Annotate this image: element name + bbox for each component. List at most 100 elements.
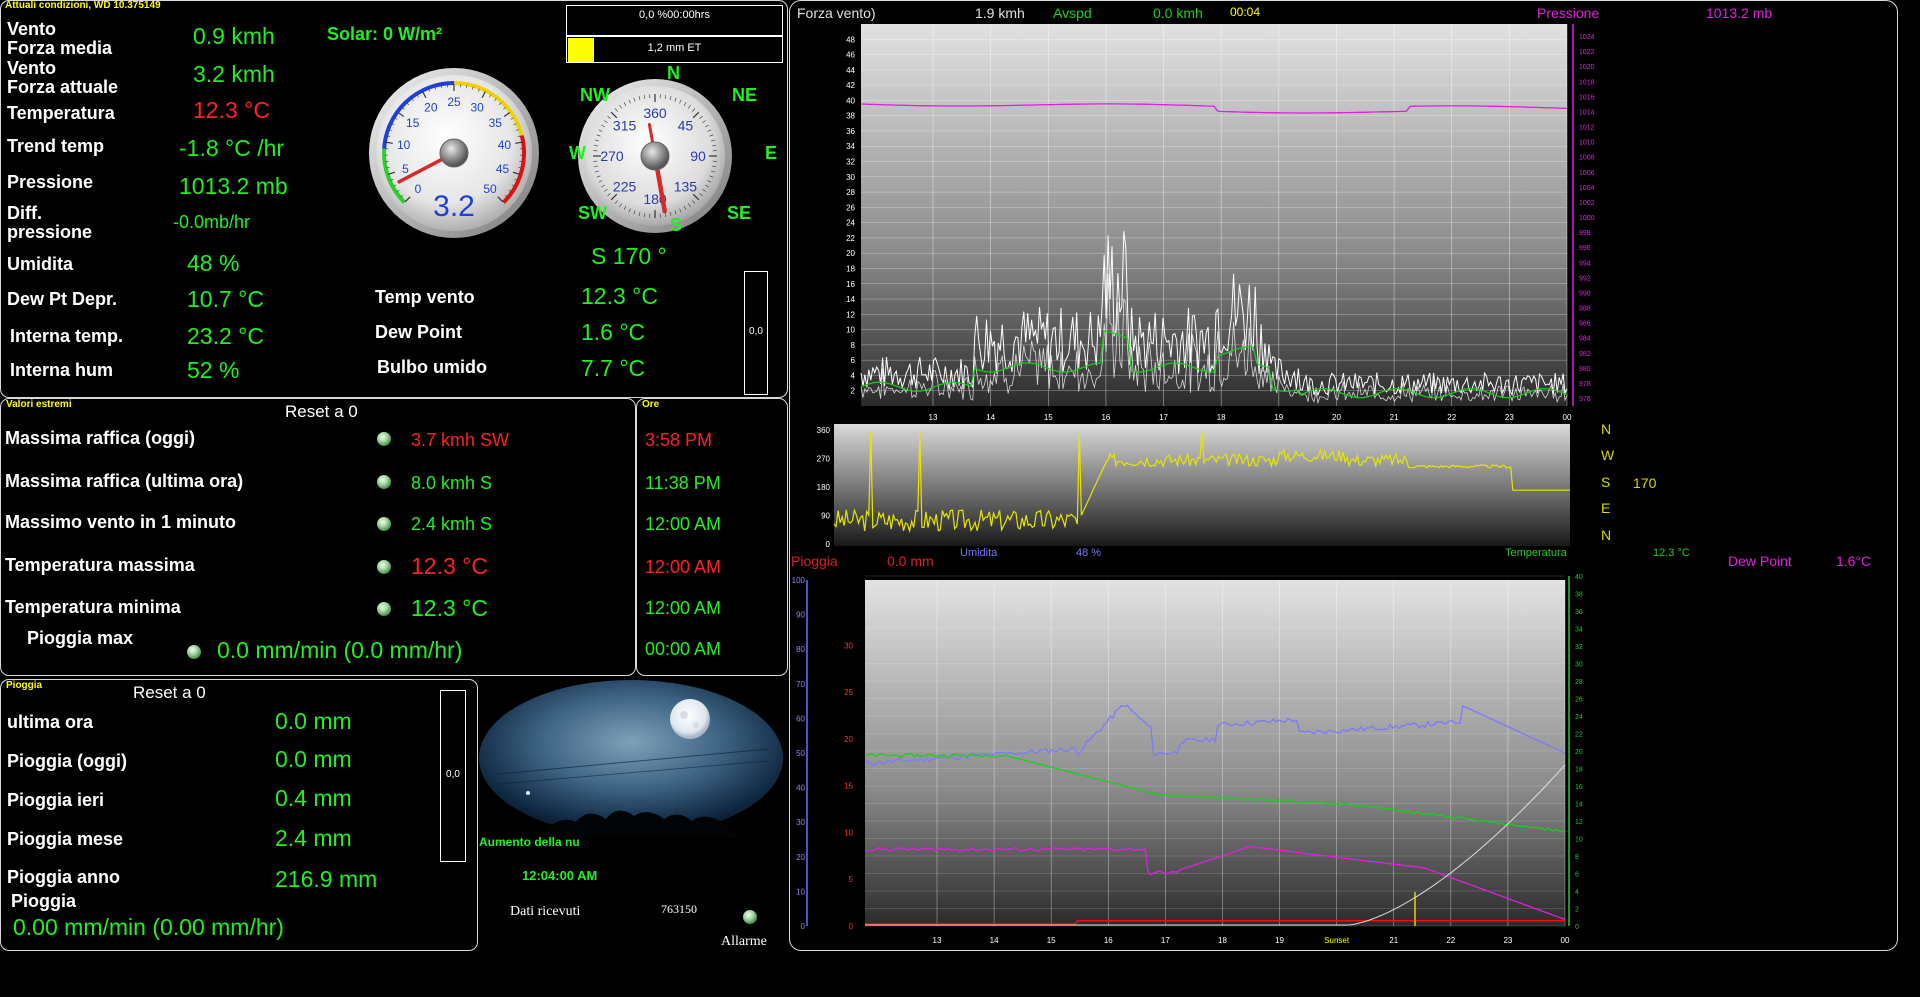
wind-x-tick-7: 20 [1332, 413, 1341, 422]
wind-y-tick-11: 24 [846, 219, 855, 228]
temp-x-tick-0: 13 [933, 936, 942, 945]
temp-x-tick-7: Sunset [1324, 936, 1350, 945]
dir-y-tick-0: 0 [826, 540, 831, 549]
hum-y-tick-7: 70 [796, 680, 805, 689]
extreme-value-3: 12.3 °C [411, 553, 488, 579]
extremes-title: Valori estremi [6, 399, 72, 410]
wind-x-tick-11: 00 [1563, 413, 1572, 422]
compass-sw-label: SW [578, 203, 607, 223]
indoor-temp-label: Interna temp. [10, 326, 124, 346]
hum-y-tick-8: 80 [796, 645, 805, 654]
dew-point-value: 1.6 °C [581, 319, 646, 345]
wind-y-tick-14: 30 [846, 173, 855, 182]
et-text: 1,2 mm ET [647, 42, 702, 54]
temp-chart-dew-value: 1.6°C [1836, 553, 1871, 569]
rain-reset-button[interactable]: Reset a 0 [133, 683, 206, 703]
temp-y-tick-7: 14 [1575, 802, 1583, 809]
temp-x-tick-11: 00 [1561, 936, 1570, 945]
wind-y-tick-22: 46 [846, 51, 855, 60]
wind-y-tick-7: 16 [846, 280, 855, 289]
temp-chart-rain-label: Pioggia [791, 553, 838, 569]
temp-y-tick-15: 30 [1575, 662, 1583, 669]
temp-y-tick-2: 4 [1575, 889, 1579, 896]
wind-chart-area [861, 24, 1567, 406]
temp-chart-area [865, 580, 1565, 926]
direction-legend-4: N [1601, 527, 1611, 543]
temp-chart-temp-value: 12.3 °C [1653, 547, 1690, 559]
rain-summary-box: 0,0 %00:00hrs 1,2 mm ET [566, 5, 783, 63]
wind-chart-speed: 1.9 kmh [975, 5, 1025, 21]
alarm-label[interactable]: Allarme [721, 934, 767, 950]
wind-y-tick-8: 18 [846, 264, 855, 273]
time-value-1: 11:38 PM [645, 473, 721, 493]
wind-y2-tick-6: 988 [1579, 306, 1591, 313]
moon-phase-caption: Aumento della nu [479, 835, 580, 849]
rain-rate-bar: 0,0 [744, 271, 768, 395]
temp-chart-dew-label: Dew Point [1728, 553, 1792, 569]
temp-y-tick-13: 26 [1575, 697, 1583, 704]
wind-y2-tick-21: 1018 [1579, 79, 1595, 86]
moon-image [479, 680, 783, 837]
wind-gust-value: 3.2 kmh [193, 61, 275, 87]
wind-x-tick-3: 16 [1101, 413, 1110, 422]
wind-y-tick-9: 20 [846, 249, 855, 258]
speed-tick-label-8: 40 [498, 138, 512, 152]
wind-avg-label: Vento Forza media [7, 19, 113, 58]
temp-y-tick-6: 12 [1575, 819, 1583, 826]
dir-y-tick-2: 180 [817, 483, 831, 492]
wind-y2-tick-3: 982 [1579, 351, 1591, 358]
extreme-value-0: 3.7 kmh SW [411, 430, 510, 450]
extreme-value-2: 2.4 kmh S [411, 514, 493, 534]
direction-legend-1: W [1601, 447, 1615, 463]
direction-legend-3: E [1601, 500, 1610, 516]
rain-max-led [187, 645, 201, 659]
speed-tick-label-1: 5 [402, 162, 409, 176]
rain-panel-bar: 0,0 [440, 690, 466, 862]
extreme-value-1: 8.0 kmh S [411, 473, 493, 493]
temp-trend-label: Trend temp [7, 136, 105, 156]
temp-y-tick-18: 36 [1575, 609, 1583, 616]
temp-y-tick-20: 40 [1575, 574, 1583, 581]
wind-y2-tick-22: 1020 [1579, 64, 1595, 71]
rain-y-tick-5: 25 [844, 688, 853, 697]
wind-chart-pressure-value: 1013.2 mb [1706, 5, 1772, 21]
times-title: Ore [642, 399, 660, 410]
compass-n-label: N [667, 63, 680, 83]
extremes-reset-button[interactable]: Reset a 0 [285, 402, 358, 422]
wind-chart-title: Forza vento) [797, 5, 876, 21]
temp-y-tick-14: 28 [1575, 679, 1583, 686]
wind-y-tick-0: 2 [851, 387, 856, 396]
temp-y-tick-9: 18 [1575, 767, 1583, 774]
compass-tick-label-5: 225 [613, 178, 637, 194]
hum-y-tick-5: 50 [796, 749, 805, 758]
temp-y-tick-4: 8 [1575, 854, 1579, 861]
dir-y-tick-4: 360 [817, 426, 831, 435]
moon-disc [670, 699, 710, 739]
speed-tick-label-7: 35 [489, 116, 503, 130]
wind-x-tick-9: 22 [1447, 413, 1456, 422]
temp-y-tick-11: 22 [1575, 732, 1583, 739]
hum-y-tick-9: 90 [796, 611, 805, 620]
rain-label-3: Pioggia mese [7, 829, 124, 849]
alarm-led[interactable] [743, 910, 757, 924]
wind-speed-readout: 3.2 [433, 190, 475, 223]
solar-radiation: Solar: 0 W/m² [327, 24, 443, 44]
speed-tick-label-6: 30 [470, 101, 484, 115]
wind-chart-avspd-value: 0.0 kmh [1153, 5, 1203, 21]
extremes-panel: Valori estremi Reset a 0 Massima raffica… [0, 398, 636, 676]
humidity-value: 48 % [187, 250, 240, 276]
wind-y-tick-19: 40 [846, 96, 855, 105]
pressure-value: 1013.2 mb [179, 173, 288, 199]
wind-y2-tick-16: 1008 [1579, 155, 1595, 162]
wind-y-tick-6: 14 [846, 295, 855, 304]
extreme-label-4: Temperatura minima [5, 597, 181, 617]
hum-y-tick-1: 10 [796, 887, 805, 896]
rain-label-0: ultima ora [7, 712, 94, 732]
compass-nw-label: NW [580, 85, 610, 105]
wind-chart-time: 00:04 [1230, 5, 1260, 19]
temp-y-tick-8: 16 [1575, 784, 1583, 791]
hum-y-tick-0: 0 [801, 922, 806, 931]
dir-y-tick-3: 270 [817, 455, 831, 464]
extreme-value-4: 12.3 °C [411, 595, 488, 621]
temp-y-tick-17: 34 [1575, 627, 1583, 634]
